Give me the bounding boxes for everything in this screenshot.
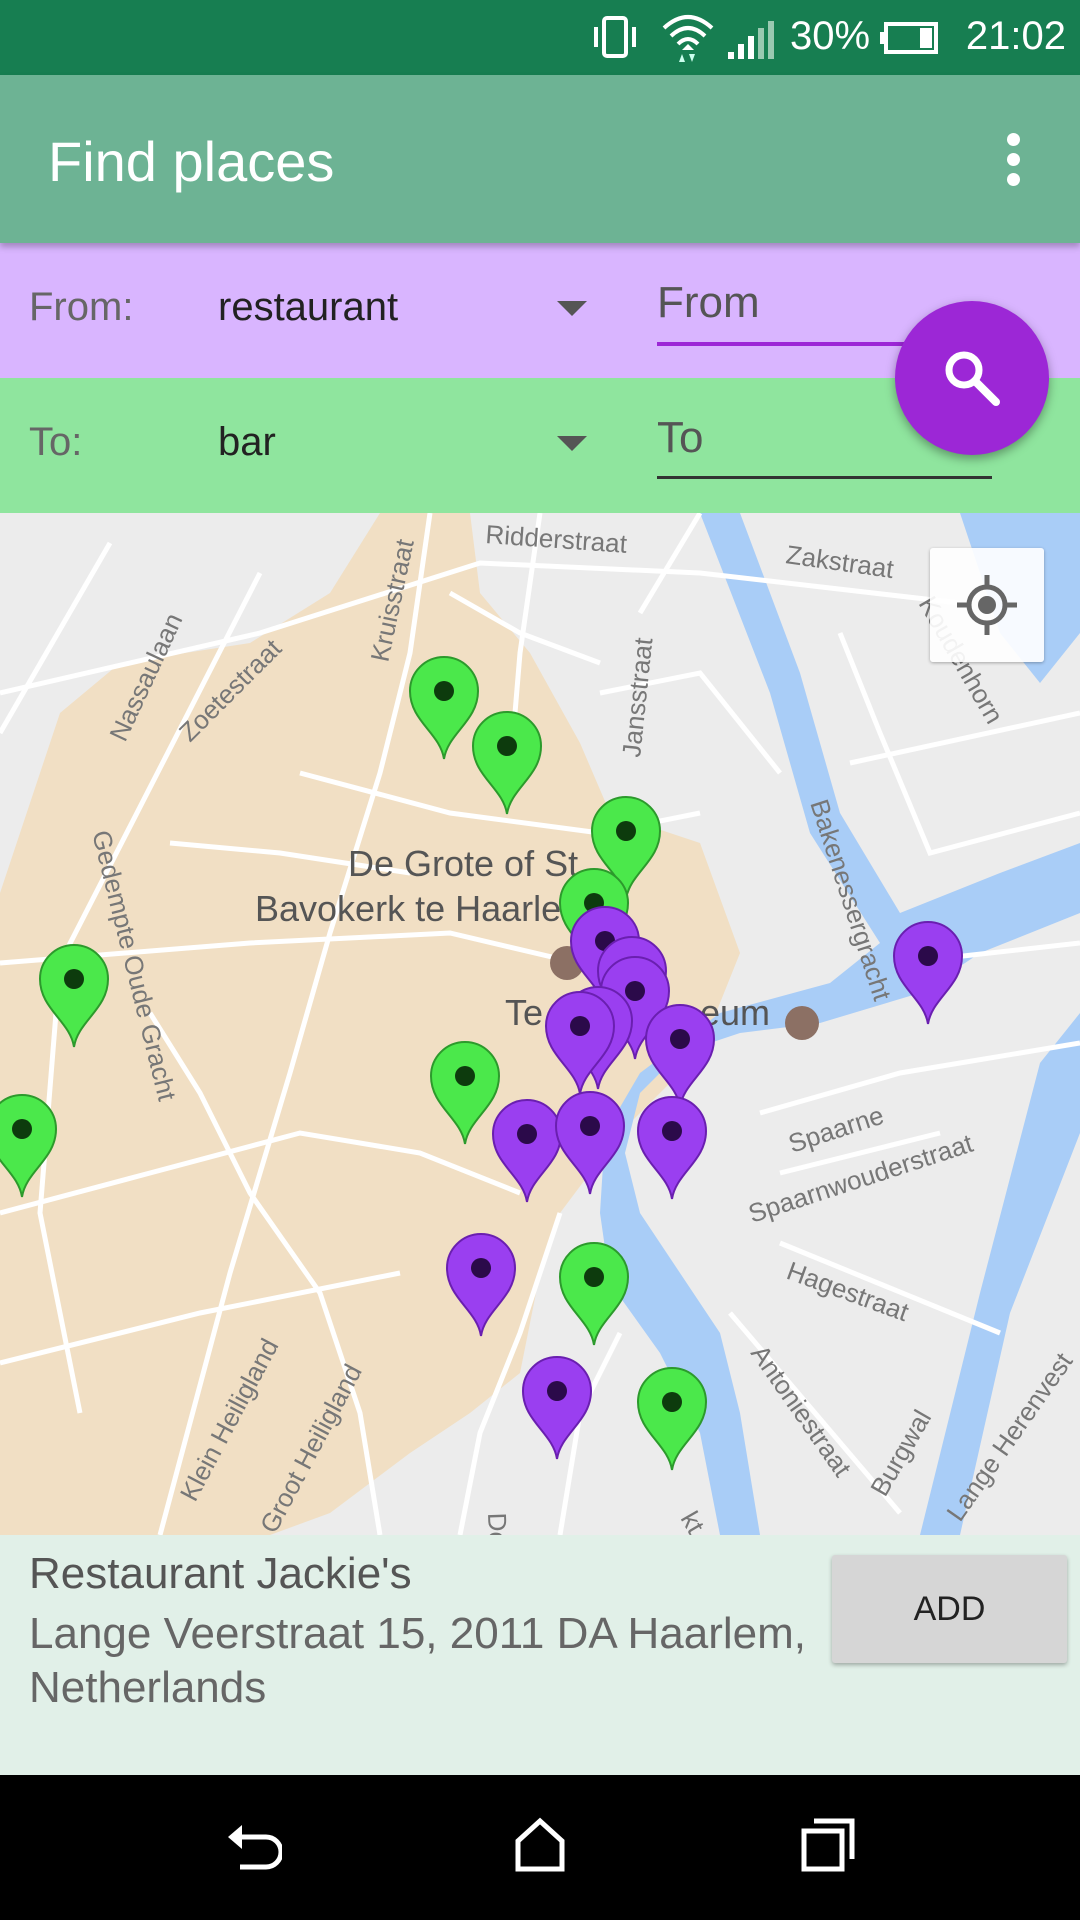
street-label: Spaarnwouderstraat [745, 1128, 978, 1229]
museum-icon [785, 1006, 819, 1040]
battery-percent: 30% [790, 14, 871, 58]
restaurant-marker[interactable] [636, 1367, 708, 1471]
place-info-panel: Restaurant Jackie's Lange Veerstraat 15,… [0, 1535, 1080, 1775]
to-type-value: bar [218, 420, 276, 464]
street-label: De W [482, 1512, 514, 1535]
street-label: Jansstraat [616, 635, 658, 758]
page-title: Find places [48, 130, 335, 193]
my-location-button[interactable] [930, 548, 1044, 662]
poi-label: De Grote of St. [348, 843, 588, 884]
chevron-down-icon [557, 436, 587, 451]
home-icon[interactable] [512, 1815, 568, 1875]
battery-icon [880, 22, 938, 54]
navigation-bar [0, 1775, 1080, 1920]
poi-label: Te [505, 992, 543, 1033]
add-button[interactable]: ADD [832, 1555, 1067, 1663]
poi-label: Bavokerk te Haarle [255, 888, 561, 929]
from-type-value: restaurant [218, 285, 399, 329]
place-address: Lange Veerstraat 15, 2011 DA Haarlem, Ne… [29, 1609, 807, 1712]
chevron-down-icon [557, 301, 587, 316]
bar-marker[interactable] [636, 1096, 708, 1200]
recents-icon[interactable] [800, 1817, 856, 1873]
to-input-underline [657, 476, 992, 479]
status-bar: 30% 21:02 [0, 0, 1080, 75]
street-label: Hagestraat [783, 1255, 914, 1327]
wifi-icon [662, 15, 714, 62]
map-canvas: Ridderstraat Zakstraat Koudenhorn Kruiss… [0, 513, 1080, 1535]
more-vert-icon[interactable] [985, 119, 1045, 199]
to-label: To: [29, 420, 83, 464]
street-label: Burgwal [864, 1405, 937, 1501]
from-type-select[interactable]: restaurant [210, 263, 600, 353]
street-label: Antoniestraat [745, 1339, 858, 1482]
signal-icon [728, 21, 774, 59]
search-icon [945, 351, 1000, 406]
search-button[interactable] [895, 301, 1049, 455]
my-location-icon [957, 575, 1017, 635]
bar-marker[interactable] [521, 1356, 593, 1460]
restaurant-marker[interactable] [558, 1242, 630, 1346]
street-label: Zakstraat [784, 539, 896, 584]
map-view[interactable]: Ridderstraat Zakstraat Koudenhorn Kruiss… [0, 513, 1080, 1535]
app-bar: Find places [0, 75, 1080, 243]
from-label: From: [29, 285, 134, 329]
bar-marker[interactable] [892, 921, 964, 1025]
street-label: kt [675, 1506, 711, 1535]
to-type-select[interactable]: bar [210, 398, 600, 488]
back-icon[interactable] [222, 1817, 282, 1877]
clock: 21:02 [965, 14, 1066, 58]
vibrate-icon [594, 16, 636, 58]
street-label: Ridderstraat [485, 519, 629, 559]
place-name: Restaurant Jackie's [29, 1549, 412, 1598]
